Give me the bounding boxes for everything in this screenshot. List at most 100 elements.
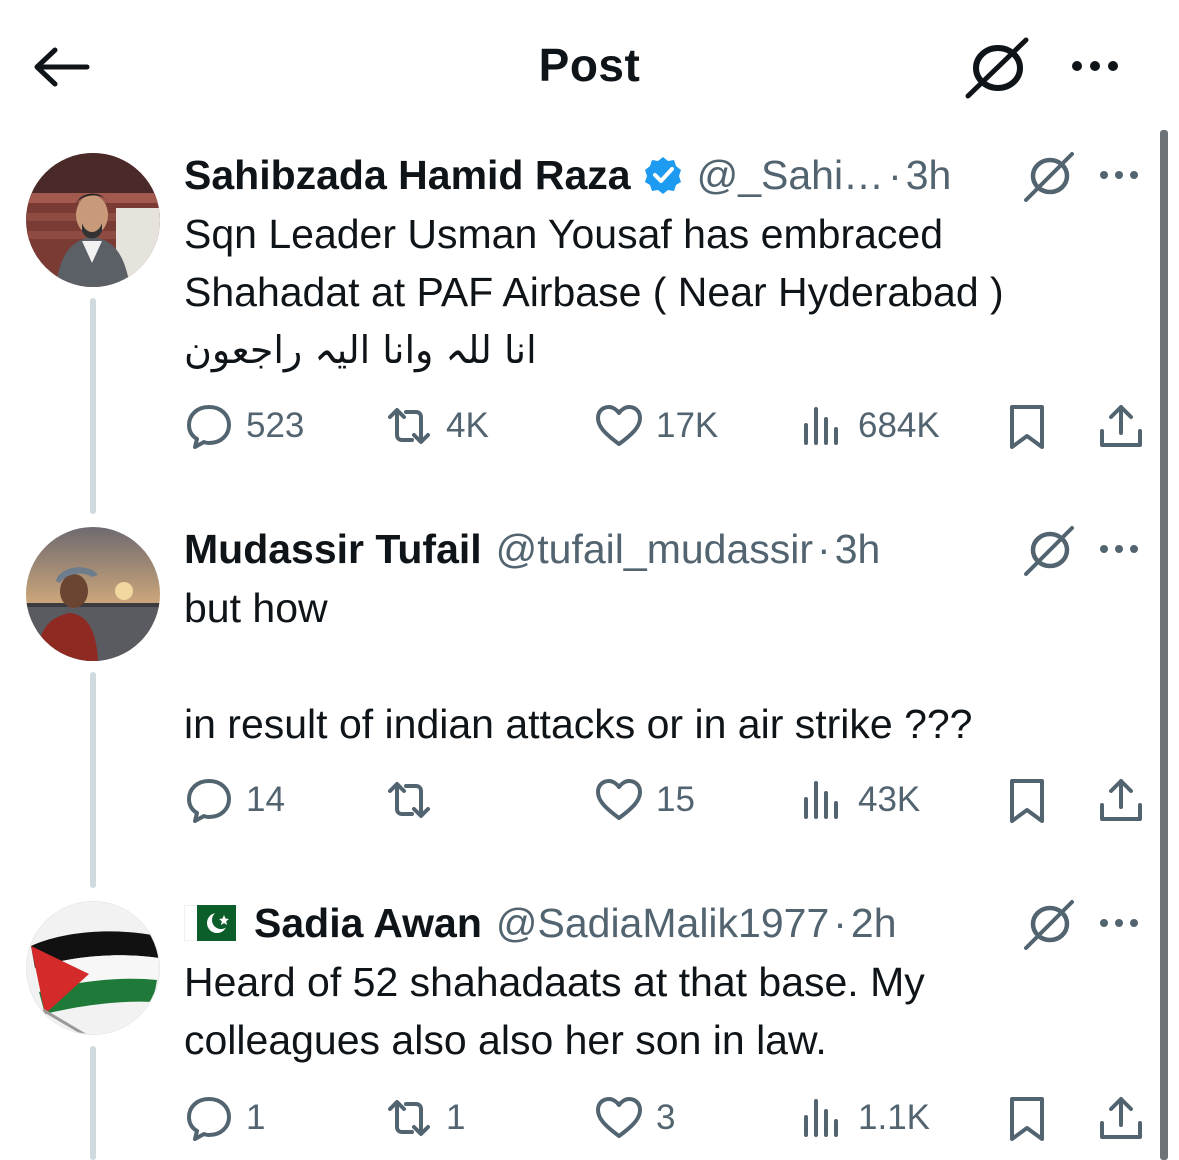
reply-tweet[interactable]: Sahibzada Hamid Raza @_Sahi… · 3h Sqn Le… (0, 150, 1160, 520)
reply-button[interactable]: 1 (184, 1088, 265, 1148)
views-count: 1.1K (858, 1098, 930, 1137)
views-button[interactable]: 684K (796, 396, 940, 456)
repost-button[interactable] (384, 770, 446, 830)
author-handle[interactable]: @tufail_mudassir (496, 526, 813, 573)
avatar-photo (26, 527, 160, 661)
tweet-line (184, 637, 1144, 695)
bookmark-button[interactable] (1002, 1088, 1052, 1148)
grok-icon (1024, 900, 1074, 950)
more-options-button[interactable] (1100, 539, 1150, 559)
bookmark-button[interactable] (1002, 770, 1052, 830)
author-name[interactable]: Sahibzada Hamid Raza (184, 152, 631, 199)
time-separator: · (888, 151, 902, 198)
top-bar: Post (0, 0, 1179, 130)
reply-bubble-icon (187, 405, 231, 449)
reply-bubble-icon (187, 1097, 231, 1141)
like-count: 3 (656, 1098, 676, 1137)
author-row: Sahibzada Hamid Raza @_Sahi… · 3h (184, 150, 951, 200)
reply-count: 523 (246, 406, 305, 445)
more-dots-icon (1100, 545, 1108, 553)
repost-count: 4K (446, 406, 489, 445)
avatar[interactable] (26, 901, 160, 1035)
more-dot (1115, 919, 1123, 927)
avatar-photo (26, 153, 160, 287)
grok-button[interactable] (962, 36, 1032, 100)
repost-count: 1 (446, 1098, 466, 1137)
share-icon (1100, 405, 1142, 447)
grok-icon (965, 37, 1029, 99)
more-options-button[interactable] (1100, 165, 1150, 185)
author-handle[interactable]: @SadiaMalik1977 (496, 900, 829, 947)
repost-icon (388, 408, 430, 444)
reply-tweet[interactable]: Sadia Awan @SadiaMalik1977 · 2h Heard of… (0, 898, 1160, 1160)
views-button[interactable]: 1.1K (796, 1088, 930, 1148)
tweet-text: Sqn Leader Usman Yousaf has embraced Sha… (184, 205, 1144, 379)
action-bar: 1 1 3 1.1K (184, 1088, 1150, 1148)
like-count: 15 (656, 780, 695, 819)
bookmark-button[interactable] (1002, 396, 1052, 456)
reply-tweet[interactable]: Mudassir Tufail @tufail_mudassir · 3h bu… (0, 524, 1160, 894)
tweet-line: Sqn Leader Usman Yousaf has embraced (184, 211, 944, 257)
action-bar: 14 15 43K (184, 770, 1150, 830)
author-handle[interactable]: @_Sahi… (697, 152, 884, 199)
reply-button[interactable]: 523 (184, 396, 304, 456)
scrollbar[interactable] (1160, 130, 1168, 1160)
tweet-text: but how in result of indian attacks or i… (184, 579, 1144, 753)
share-button[interactable] (1096, 770, 1146, 830)
post-time[interactable]: 3h (835, 526, 881, 573)
more-dot (1115, 171, 1123, 179)
more-dot (1130, 171, 1138, 179)
verified-badge-icon (644, 157, 681, 194)
avatar-photo (27, 902, 159, 1034)
avatar[interactable] (26, 527, 160, 661)
grok-icon (1024, 526, 1074, 576)
tweet-line: Shahadat at PAF Airbase ( Near Hyderabad… (184, 269, 1004, 315)
like-button[interactable]: 3 (594, 1088, 675, 1148)
reply-button[interactable]: 14 (184, 770, 285, 830)
bookmark-icon (1010, 405, 1044, 449)
author-name[interactable]: Mudassir Tufail (184, 526, 482, 573)
more-dot (1130, 545, 1138, 553)
pakistan-flag-icon (184, 905, 236, 941)
thread-line (90, 298, 96, 514)
tweet-line: Heard of 52 shahadaats at that base. My (184, 959, 925, 1005)
avatar[interactable] (26, 153, 160, 287)
more-options-button[interactable] (1100, 913, 1150, 933)
share-icon (1100, 779, 1142, 821)
author-row: Mudassir Tufail @tufail_mudassir · 3h (184, 524, 880, 574)
grok-button[interactable] (1018, 896, 1078, 952)
author-name[interactable]: Sadia Awan (254, 900, 482, 947)
views-count: 43K (858, 780, 921, 819)
share-icon (1100, 1097, 1142, 1139)
share-button[interactable] (1096, 1088, 1146, 1148)
tweet-line: but how (184, 585, 328, 631)
reply-count: 14 (246, 780, 285, 819)
like-button[interactable]: 17K (594, 396, 718, 456)
more-dot (1090, 61, 1100, 71)
time-separator: · (817, 525, 831, 572)
tweet-line: انا للہ وانا الیہ راجعون (184, 328, 537, 372)
heart-icon (596, 779, 642, 820)
post-time[interactable]: 3h (906, 152, 952, 199)
heart-icon (596, 1097, 642, 1138)
repost-icon (388, 1100, 430, 1136)
bookmark-icon (1010, 1097, 1044, 1141)
more-dot (1108, 61, 1118, 71)
more-dot (1130, 919, 1138, 927)
more-options-button[interactable] (1062, 44, 1128, 88)
grok-button[interactable] (1018, 148, 1078, 204)
views-count: 684K (858, 406, 940, 445)
like-button[interactable]: 15 (594, 770, 695, 830)
repost-button[interactable]: 4K (384, 396, 489, 456)
repost-button[interactable]: 1 (384, 1088, 465, 1148)
more-dots-icon (1072, 61, 1082, 71)
more-dots-icon (1100, 919, 1108, 927)
grok-button[interactable] (1018, 522, 1078, 578)
share-button[interactable] (1096, 396, 1146, 456)
tweet-text: Heard of 52 shahadaats at that base. My … (184, 953, 1144, 1069)
time-separator: · (833, 899, 847, 946)
thread-line (90, 1046, 96, 1160)
author-row: Sadia Awan @SadiaMalik1977 · 2h (184, 898, 897, 948)
views-button[interactable]: 43K (796, 770, 920, 830)
post-time[interactable]: 2h (851, 900, 897, 947)
